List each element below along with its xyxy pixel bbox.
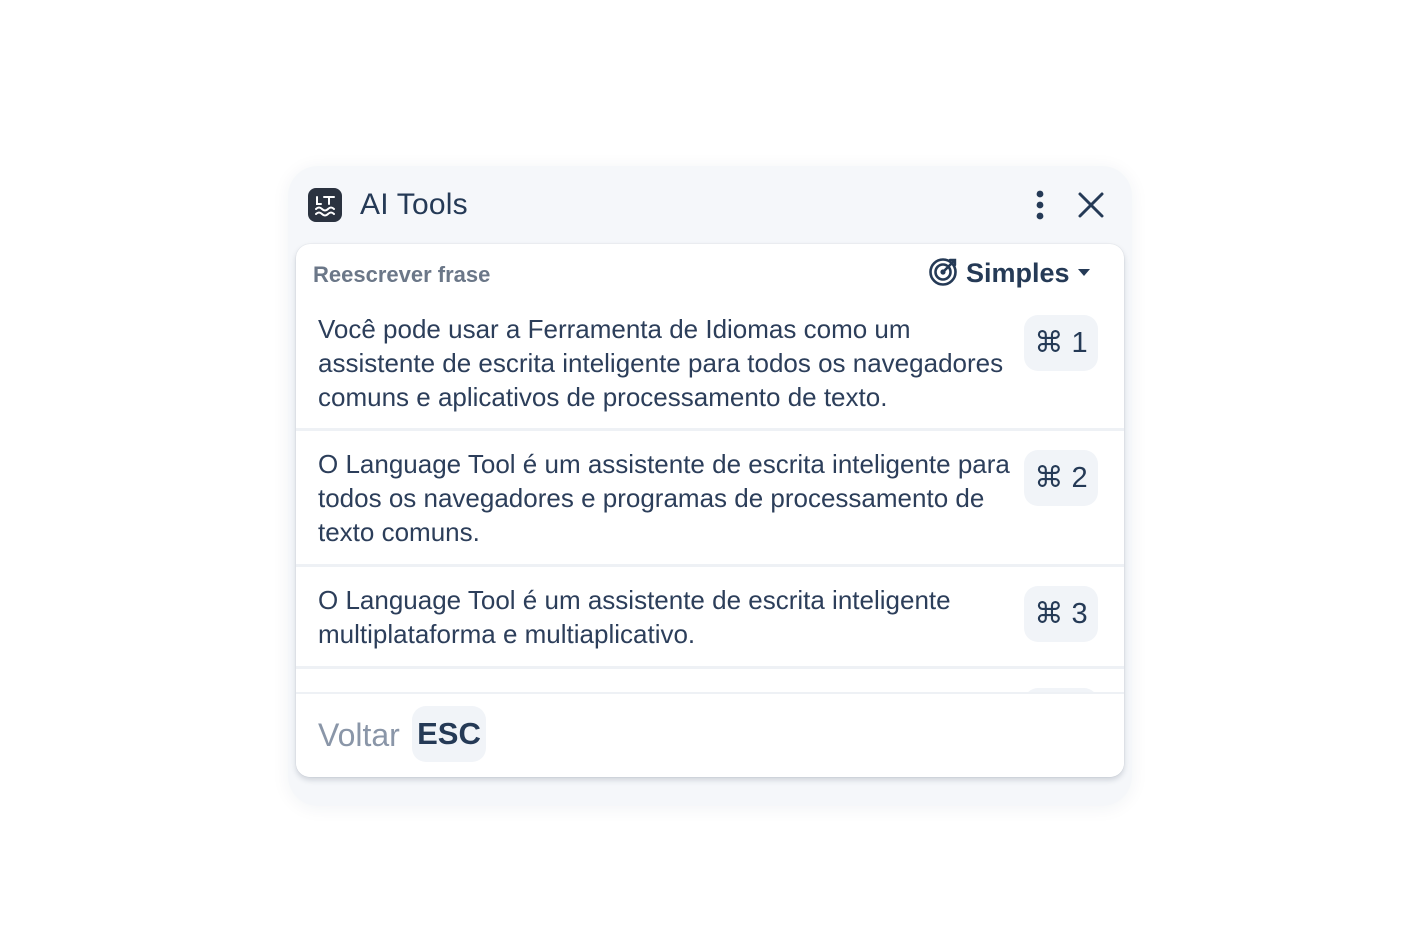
suggestion-text: O Language Tool é um assistente de escri… [318, 585, 951, 649]
more-options-button[interactable] [1024, 186, 1056, 224]
suggestion-item-4-partial[interactable] [296, 669, 1124, 692]
mode-dropdown[interactable]: Simples [928, 255, 1100, 291]
shortcut-key-1: ⌘ 1 [1024, 315, 1098, 371]
panel-title: AI Tools [360, 188, 468, 221]
panel-header: AI Tools [288, 166, 1132, 244]
close-icon [1078, 192, 1104, 218]
suggestion-list: Você pode usar a Ferramenta de Idiomas c… [296, 304, 1124, 692]
close-button[interactable] [1074, 188, 1108, 222]
rewrite-card: Reescrever frase Simples Você pode usar … [296, 244, 1124, 777]
panel-footer: Voltar ESC [296, 692, 1124, 777]
shortcut-key-3: ⌘ 3 [1024, 586, 1098, 642]
suggestion-item-2[interactable]: O Language Tool é um assistente de escri… [296, 431, 1124, 567]
caret-down-icon [1078, 269, 1090, 276]
more-vertical-icon [1036, 190, 1044, 220]
esc-key[interactable]: ESC [412, 706, 486, 762]
target-icon [929, 258, 957, 286]
back-label[interactable]: Voltar [318, 714, 400, 756]
mode-label: Simples [966, 258, 1070, 288]
languagetool-logo-icon [308, 188, 342, 222]
section-title: Reescrever frase [313, 262, 491, 287]
suggestion-text: O Language Tool é um assistente de escri… [318, 449, 1010, 547]
shortcut-key-2: ⌘ 2 [1024, 450, 1098, 506]
suggestion-text: Você pode usar a Ferramenta de Idiomas c… [318, 314, 1004, 412]
stage: AI Tools Reescrever frase Simples Você p… [0, 0, 1420, 952]
suggestion-item-1[interactable]: Você pode usar a Ferramenta de Idiomas c… [296, 304, 1124, 431]
suggestion-item-3[interactable]: O Language Tool é um assistente de escri… [296, 567, 1124, 669]
ai-tools-panel: AI Tools Reescrever frase Simples Você p… [288, 166, 1132, 806]
